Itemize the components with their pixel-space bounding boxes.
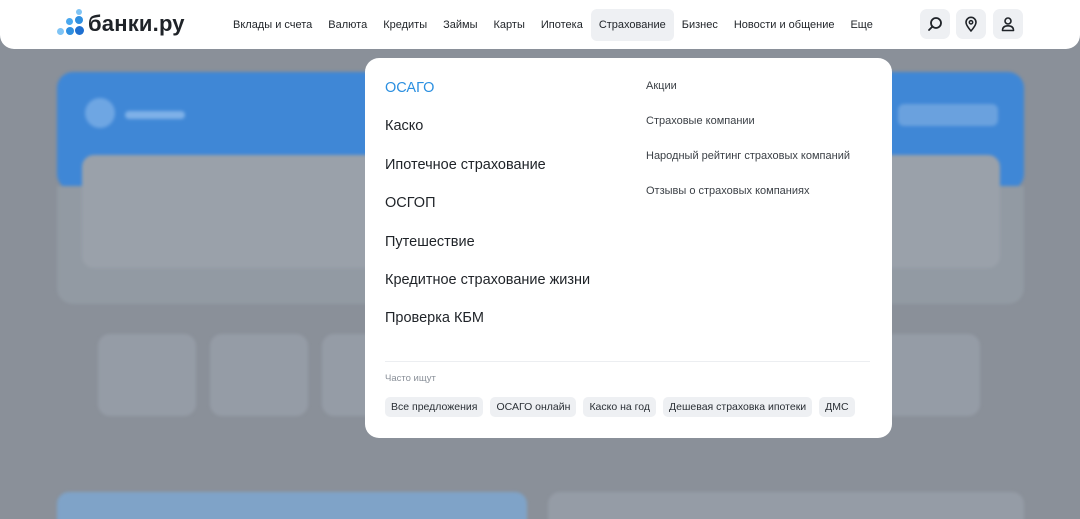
nav-item-cards[interactable]: Карты <box>486 9 533 41</box>
nav-item-deposits[interactable]: Вклады и счета <box>225 9 320 41</box>
insurance-side-list: Акции Страховые компании Народный рейтин… <box>646 78 850 218</box>
profile-button[interactable] <box>993 9 1023 39</box>
promo-button <box>898 104 998 126</box>
bottom-block <box>548 492 1024 519</box>
menu-item-kasko[interactable]: Каско <box>385 114 590 152</box>
promo-text <box>125 111 185 119</box>
search-icon <box>928 17 942 31</box>
side-link-promotions[interactable]: Акции <box>646 78 850 113</box>
logo-text: банки.ру <box>88 11 185 36</box>
nav-item-loans[interactable]: Займы <box>435 9 485 41</box>
nav-item-currency[interactable]: Валюта <box>320 9 375 41</box>
user-icon <box>1001 17 1015 32</box>
menu-item-osgop[interactable]: ОСГОП <box>385 191 590 229</box>
divider <box>385 361 870 362</box>
nav-item-business[interactable]: Бизнес <box>674 9 726 41</box>
chip-kasko-year[interactable]: Каско на год <box>583 397 657 417</box>
frequent-label: Часто ищут <box>385 373 436 384</box>
logo-icon <box>57 9 84 36</box>
chip-cheap-mortgage-insurance[interactable]: Дешевая страховка ипотеки <box>663 397 813 417</box>
product-tile <box>98 334 196 416</box>
location-pin-icon <box>965 16 977 32</box>
insurance-main-list: ОСАГО Каско Ипотечное страхование ОСГОП … <box>385 76 590 345</box>
frequent-chips: Все предложения ОСАГО онлайн Каско на го… <box>385 397 855 417</box>
location-button[interactable] <box>956 9 986 39</box>
chip-dms[interactable]: ДМС <box>819 397 855 417</box>
side-link-reviews[interactable]: Отзывы о страховых компаниях <box>646 183 850 218</box>
nav-item-more[interactable]: Еще <box>842 9 880 41</box>
side-link-insurance-companies[interactable]: Страховые компании <box>646 113 850 148</box>
chip-all-offers[interactable]: Все предложения <box>385 397 484 417</box>
main-nav: Вклады и счета Валюта Кредиты Займы Карт… <box>225 9 881 41</box>
product-tile <box>210 334 308 416</box>
product-tile <box>882 334 980 416</box>
promo-avatar <box>85 98 115 128</box>
logo[interactable]: банки.ру <box>57 9 185 37</box>
nav-item-news[interactable]: Новости и общение <box>726 9 843 41</box>
menu-item-osago[interactable]: ОСАГО <box>385 76 590 114</box>
menu-item-credit-life-insurance[interactable]: Кредитное страхование жизни <box>385 268 590 306</box>
chip-osago-online[interactable]: ОСАГО онлайн <box>490 397 577 417</box>
insurance-dropdown: ОСАГО Каско Ипотечное страхование ОСГОП … <box>365 58 892 438</box>
nav-item-credits[interactable]: Кредиты <box>375 9 435 41</box>
bottom-block <box>57 492 527 519</box>
side-link-people-rating[interactable]: Народный рейтинг страховых компаний <box>646 148 850 183</box>
nav-item-mortgage[interactable]: Ипотека <box>533 9 591 41</box>
menu-item-kbm-check[interactable]: Проверка КБМ <box>385 306 590 344</box>
search-button[interactable] <box>920 9 950 39</box>
nav-item-insurance[interactable]: Страхование <box>590 9 674 41</box>
menu-item-travel[interactable]: Путешествие <box>385 230 590 268</box>
site-header: банки.ру Вклады и счета Валюта Кредиты З… <box>0 0 1080 49</box>
menu-item-mortgage-insurance[interactable]: Ипотечное страхование <box>385 153 590 191</box>
